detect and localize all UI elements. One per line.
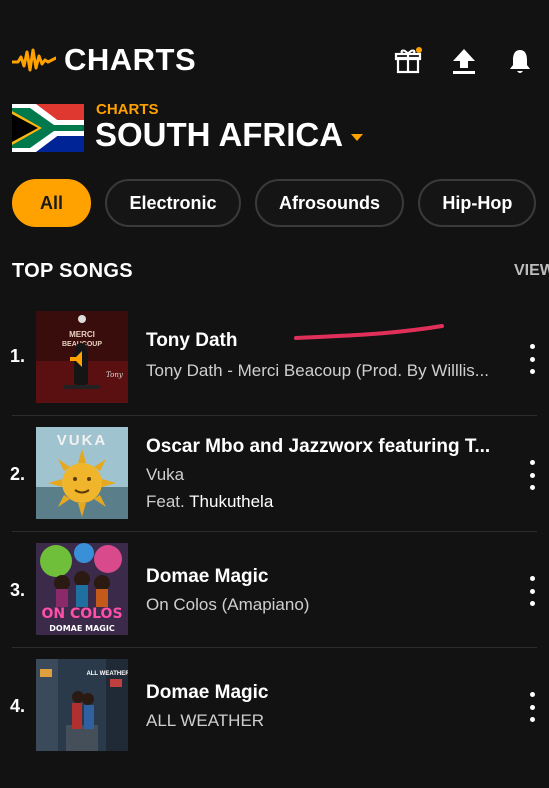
genre-chip-all[interactable]: All <box>12 179 92 227</box>
south-africa-flag-icon <box>12 104 84 152</box>
song-artist: Domae Magic <box>146 566 269 587</box>
genre-chip-electronic[interactable]: Electronic <box>105 179 241 227</box>
album-art: ALL WEATHER <box>36 659 128 751</box>
chevron-down-icon <box>351 133 364 141</box>
song-rank: 3. <box>10 580 26 600</box>
svg-text:Tony: Tony <box>106 371 124 379</box>
gift-icon[interactable] <box>393 46 423 76</box>
album-art-text: VUKA <box>57 432 108 449</box>
album-art-text: MERCI <box>69 330 95 339</box>
song-title: Tony Dath - Merci Beacoup (Prod. By Will… <box>146 361 489 380</box>
upload-icon[interactable] <box>449 46 479 76</box>
country-selector[interactable]: CHARTS SOUTH AFRICA <box>12 100 542 158</box>
more-options-icon[interactable] <box>522 460 542 490</box>
song-row[interactable]: 4. ALL WEATHER Domae Magic ALL WEATHER <box>0 648 549 764</box>
top-bar: CHARTS <box>0 0 549 110</box>
song-title: On Colos (Amapiano) <box>146 595 310 614</box>
genre-filter: All Electronic Afrosounds Hip-Hop <box>12 179 549 231</box>
country-name[interactable]: SOUTH AFRICA <box>95 116 364 154</box>
song-featuring: Feat. Thukuthela <box>146 492 273 512</box>
annotation-underline <box>294 324 444 340</box>
audiomack-logo-icon[interactable] <box>10 46 58 74</box>
bell-icon[interactable] <box>505 46 535 76</box>
genre-chip-hip-hop[interactable]: Hip-Hop <box>418 179 537 227</box>
album-art: MERCI BEAUCOUP Tony <box>36 311 128 403</box>
view-all-link[interactable]: VIEW <box>514 262 549 280</box>
song-row[interactable]: 1. MERCI BEAUCOUP Tony Tony Dath Tony Da… <box>0 300 549 416</box>
song-title: Vuka <box>146 465 185 484</box>
song-row[interactable]: 2. VUKA Oscar Mbo and Jazzworx featuring… <box>0 416 549 532</box>
country-name-label: SOUTH AFRICA <box>95 116 344 153</box>
song-title: ALL WEATHER <box>146 711 265 730</box>
song-row[interactable]: 3. ON COLOS DOMAE MAGIC Domae Magic On C… <box>0 532 549 648</box>
genre-chip-afrosounds[interactable]: Afrosounds <box>254 179 404 227</box>
song-rank: 2. <box>10 464 26 484</box>
song-rank: 1. <box>10 346 26 366</box>
song-artist: Oscar Mbo and Jazzworx featuring T... <box>146 436 491 457</box>
song-rank: 4. <box>10 696 26 716</box>
album-art-text: ON COLOS <box>41 606 122 622</box>
featuring-label: Feat. <box>146 492 185 511</box>
header-actions <box>393 46 535 76</box>
album-art: ON COLOS DOMAE MAGIC <box>36 543 128 635</box>
album-art-text: ALL WEATHER <box>86 671 128 677</box>
svg-text:DOMAE MAGIC: DOMAE MAGIC <box>49 624 115 633</box>
featuring-artist: Thukuthela <box>189 492 274 511</box>
song-artist: Domae Magic <box>146 682 269 703</box>
song-artist: Tony Dath <box>146 330 238 351</box>
page-title: CHARTS <box>64 42 197 77</box>
more-options-icon[interactable] <box>522 344 542 374</box>
top-songs-header: TOP SONGS VIEW <box>12 258 549 288</box>
section-title: TOP SONGS <box>12 260 133 282</box>
more-options-icon[interactable] <box>522 692 542 722</box>
more-options-icon[interactable] <box>522 576 542 606</box>
album-art: VUKA <box>36 427 128 519</box>
